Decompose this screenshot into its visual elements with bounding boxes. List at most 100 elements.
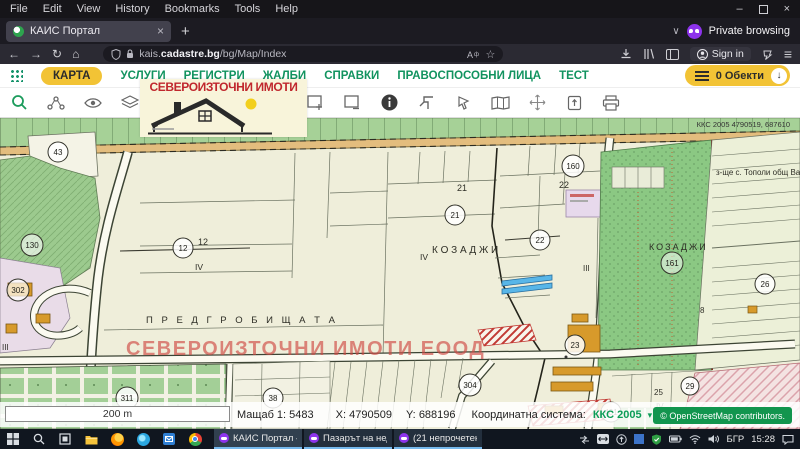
watermark-logo-text: СЕВЕРОИЗТОЧНИ ИМОТИ xyxy=(149,80,298,94)
tray-defender-icon[interactable] xyxy=(651,434,662,445)
nav-test[interactable]: ТЕСТ xyxy=(559,70,589,82)
portal-navbar: КАРТА УСЛУГИ РЕГИСТРИ ЖАЛБИ СПРАВКИ ПРАВ… xyxy=(0,64,800,88)
extension-icon[interactable] xyxy=(762,48,773,60)
private-browsing-label: Private browsing xyxy=(708,25,790,37)
firefox-button[interactable] xyxy=(104,429,130,449)
legend-tool-button[interactable] xyxy=(489,92,511,114)
tray-app-icon[interactable] xyxy=(633,434,644,444)
previous-extent-button[interactable] xyxy=(415,92,437,114)
menu-edit[interactable]: Edit xyxy=(43,3,62,15)
select-tool-button[interactable] xyxy=(452,92,474,114)
action-center-icon[interactable] xyxy=(782,434,794,445)
start-button[interactable] xyxy=(0,429,26,449)
keyboard-layout-indicator[interactable]: БГР xyxy=(727,434,745,445)
tray-update-icon[interactable] xyxy=(615,433,627,445)
parcel-label: IV xyxy=(420,252,428,262)
library-icon[interactable] xyxy=(643,48,655,60)
layers-tool-button[interactable] xyxy=(119,92,141,114)
tab-kais-portal[interactable]: КАИС Портал × xyxy=(6,20,171,42)
visibility-tool-button[interactable] xyxy=(82,92,104,114)
lock-icon[interactable] xyxy=(126,49,134,59)
sign-in-button[interactable]: Sign in xyxy=(689,47,751,61)
export-tool-button[interactable] xyxy=(563,92,585,114)
crs-selector[interactable]: Координатна система: ККС 2005 ▾ xyxy=(472,409,653,421)
coord-x-label: X: xyxy=(335,408,347,421)
scale-bar: 200 m xyxy=(5,406,230,422)
print-tool-button[interactable] xyxy=(600,92,622,114)
sidebar-toggle-icon[interactable] xyxy=(665,48,679,60)
svg-text:161: 161 xyxy=(665,259,679,268)
svg-text:160: 160 xyxy=(566,162,580,171)
taskbar-window-title: КАИС Портал — Mo... xyxy=(233,432,297,444)
menu-tools[interactable]: Tools xyxy=(235,3,261,15)
clock[interactable]: 15:28 xyxy=(751,434,775,445)
download-icon[interactable] xyxy=(620,48,632,60)
tray-wifi-icon[interactable] xyxy=(689,434,701,444)
menu-help[interactable]: Help xyxy=(275,3,298,15)
browser-tabbar: КАИС Портал × + ∨ Private browsing xyxy=(0,18,800,44)
crs-dropdown-icon[interactable]: ▾ xyxy=(648,410,653,420)
new-tab-button[interactable]: + xyxy=(181,23,190,40)
menu-bookmarks[interactable]: Bookmarks xyxy=(165,3,220,15)
tab-favicon xyxy=(13,25,24,37)
edge-button[interactable] xyxy=(130,429,156,449)
tray-sync-icon[interactable] xyxy=(579,435,590,444)
mail-app-button[interactable] xyxy=(156,429,182,449)
place-label: К О З А Д Ж И xyxy=(432,245,498,256)
objects-collapse-icon[interactable]: ↓ xyxy=(771,67,787,84)
parcel-label: III xyxy=(583,264,590,273)
watermark-logo: СЕВЕРОИЗТОЧНИ ИМОТИ xyxy=(140,79,307,137)
taskbar-search-button[interactable] xyxy=(26,429,52,449)
back-button[interactable]: ← xyxy=(8,48,20,60)
taskbar-window-kais[interactable]: КАИС Портал — Mo... xyxy=(214,429,302,449)
bookmark-star-icon[interactable]: ☆ xyxy=(485,48,495,61)
objects-button[interactable]: 0 Обекти ↓ xyxy=(684,65,790,86)
osm-attribution-link[interactable]: © OpenStreetMap contributors. xyxy=(653,407,792,424)
tray-volume-icon[interactable] xyxy=(708,434,720,444)
svg-text:ф: ф xyxy=(474,52,479,58)
taskbar-window-mail[interactable]: (21 непрочетени) - А... xyxy=(394,429,482,449)
nav-karta[interactable]: КАРТА xyxy=(41,66,103,85)
objects-count-label: 0 Обекти xyxy=(715,69,764,82)
account-icon xyxy=(696,48,708,60)
info-tool-button[interactable] xyxy=(378,92,400,114)
tray-teamviewer-icon[interactable] xyxy=(596,434,609,444)
zoom-in-box-button[interactable] xyxy=(304,92,326,114)
browser-urlbar-row: ← → ↻ ⌂ kais.cadastre.bg/bg/Map/Index A … xyxy=(0,44,800,64)
taskbar-window-title: Пазарът на недвижи... xyxy=(323,432,387,444)
zoom-out-box-button[interactable] xyxy=(341,92,363,114)
tray-battery-icon[interactable] xyxy=(668,435,682,443)
reload-button[interactable]: ↻ xyxy=(52,48,62,60)
home-button[interactable]: ⌂ xyxy=(72,48,79,60)
parcel-label: IV xyxy=(195,262,203,272)
translate-icon[interactable]: A ф xyxy=(467,49,480,60)
url-input[interactable]: kais.cadastre.bg/bg/Map/Index A ф ☆ xyxy=(103,46,504,62)
menu-view[interactable]: View xyxy=(77,3,101,15)
search-tool-button[interactable] xyxy=(8,92,30,114)
scale-label: Мащаб 1: xyxy=(237,408,287,421)
crs-label: Координатна система: xyxy=(471,408,586,421)
nav-pravosposobni-litsa[interactable]: ПРАВОСПОСОБНИ ЛИЦА xyxy=(397,70,541,82)
list-tabs-chevron-icon[interactable]: ∨ xyxy=(672,26,679,37)
task-view-button[interactable] xyxy=(52,429,78,449)
menu-history[interactable]: History xyxy=(115,3,149,15)
app-menu-icon[interactable]: ≡ xyxy=(784,46,792,62)
route-tool-button[interactable] xyxy=(45,92,67,114)
menu-file[interactable]: File xyxy=(10,3,28,15)
tab-close-icon[interactable]: × xyxy=(157,24,164,38)
map-viewport[interactable]: П Р Е Д Г Р О Б И Щ А Т А К О З А Д Ж И … xyxy=(0,117,800,431)
chrome-button[interactable] xyxy=(182,429,208,449)
pan-tool-button[interactable] xyxy=(526,92,548,114)
file-explorer-button[interactable] xyxy=(78,429,104,449)
tracking-shield-icon[interactable] xyxy=(111,48,121,60)
coord-x-value: 4790509 xyxy=(349,408,392,421)
apps-grid-icon[interactable] xyxy=(10,69,23,82)
window-minimize-button[interactable]: – xyxy=(736,3,742,15)
taskbar-window-pazarat[interactable]: Пазарът на недвижи... xyxy=(304,429,392,449)
nav-spravki[interactable]: СПРАВКИ xyxy=(324,70,379,82)
forward-button[interactable]: → xyxy=(30,48,42,60)
window-close-button[interactable]: × xyxy=(784,3,790,15)
sign-in-label: Sign in xyxy=(711,48,744,60)
window-maximize-button[interactable] xyxy=(758,4,768,14)
map-canvas[interactable]: П Р Е Д Г Р О Б И Щ А Т А К О З А Д Ж И … xyxy=(0,117,800,431)
